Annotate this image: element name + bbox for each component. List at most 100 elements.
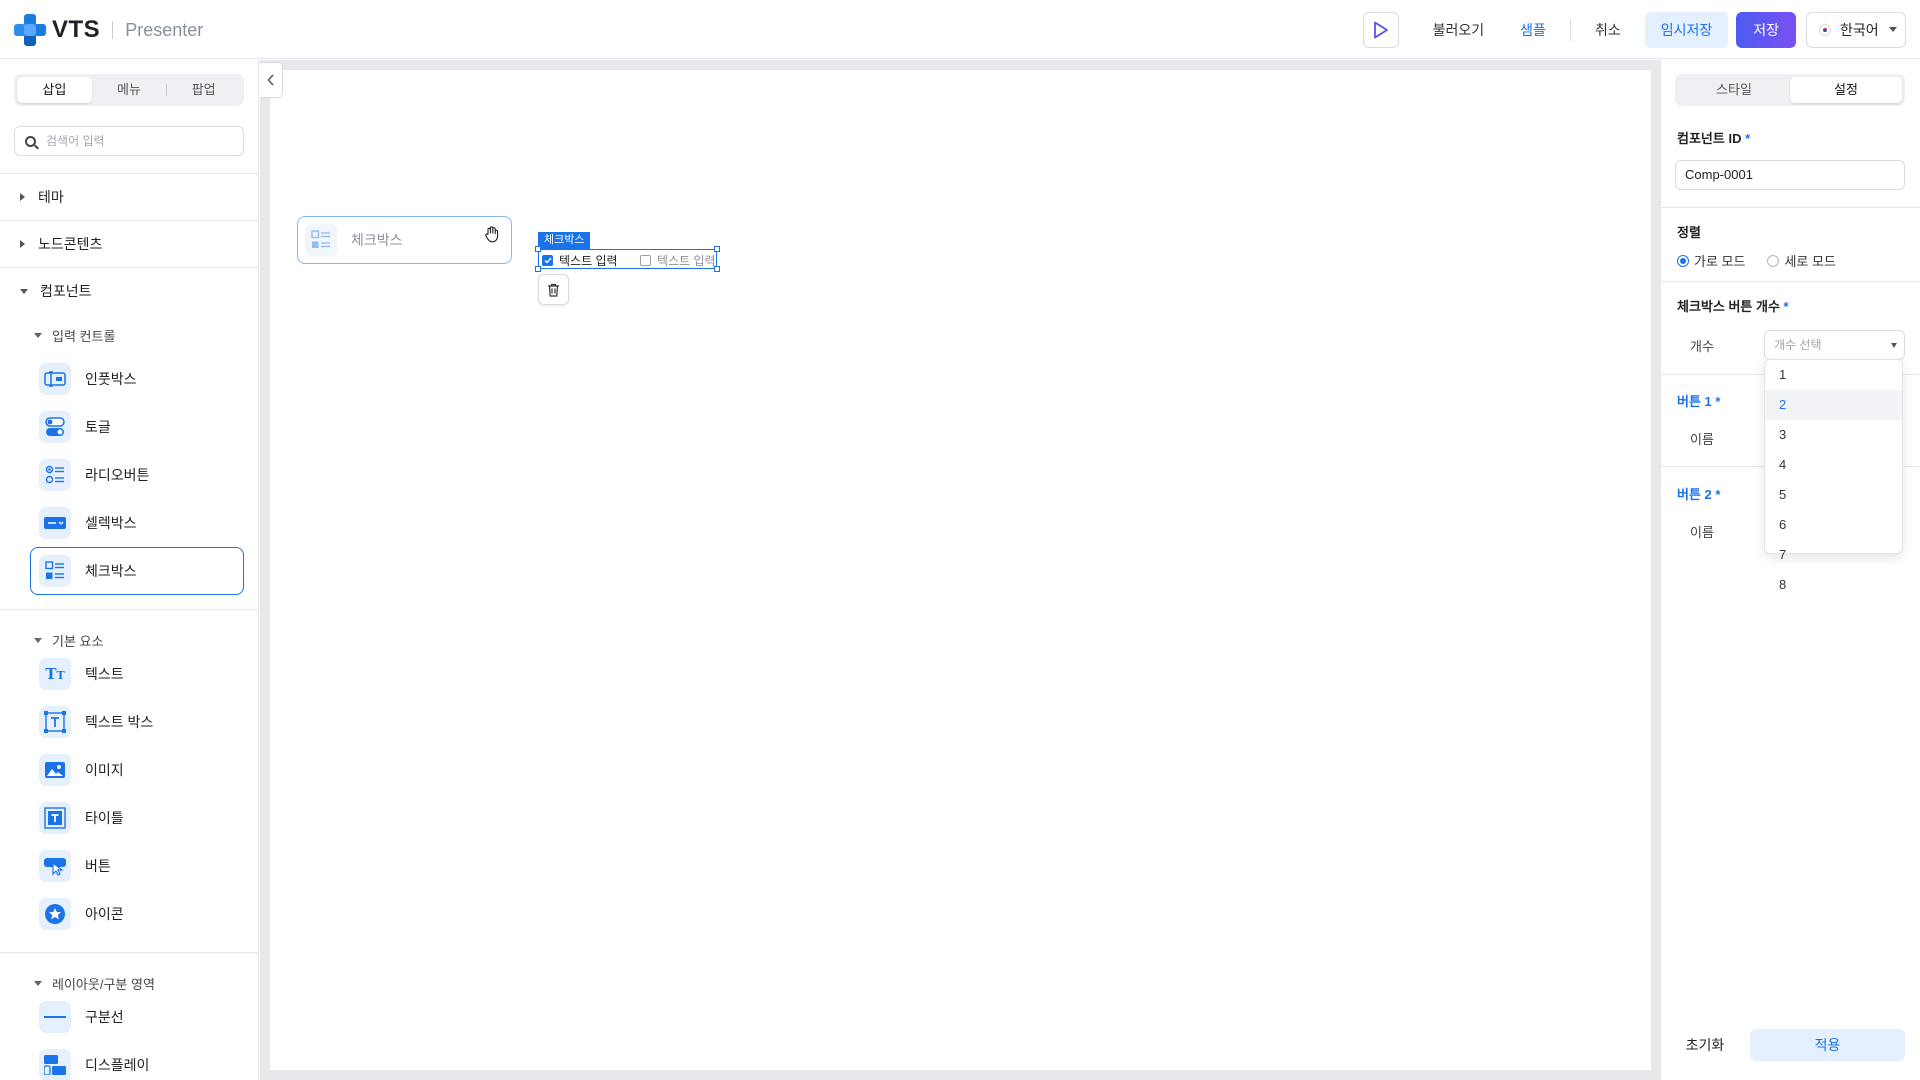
- selected-checkbox-component[interactable]: 텍스트 입력 텍스트 입력: [535, 246, 720, 272]
- load-button[interactable]: 불러오기: [1415, 12, 1503, 48]
- tab-menu[interactable]: 메뉴: [92, 77, 167, 103]
- tree-item-label: 테마: [38, 189, 64, 205]
- component-textbox[interactable]: 텍스트 박스: [30, 698, 244, 746]
- logo-text: VTS: [52, 16, 101, 43]
- group-label: 레이아웃/구분 영역: [52, 976, 155, 992]
- resize-handle[interactable]: [535, 246, 541, 252]
- dropdown-option[interactable]: 2: [1765, 390, 1902, 420]
- radio-vertical-label: 세로 모드: [1784, 254, 1836, 269]
- dropdown-option[interactable]: 6: [1765, 510, 1902, 540]
- cancel-button[interactable]: 취소: [1577, 12, 1639, 48]
- button2-name-label: 이름: [1690, 525, 1714, 540]
- caret-down-icon: [34, 980, 42, 986]
- group-label: 기본 요소: [52, 633, 104, 649]
- component-label: 라디오버튼: [85, 467, 150, 483]
- tab-popup[interactable]: 팝업: [166, 77, 241, 103]
- app-name: Presenter: [125, 19, 204, 40]
- play-icon: [1373, 21, 1388, 39]
- sample-button[interactable]: 샘플: [1502, 12, 1564, 48]
- checkbox-unchecked-icon: [640, 255, 651, 266]
- radio-horizontal[interactable]: [1677, 254, 1689, 267]
- group-label: 입력 컨트롤: [52, 328, 116, 344]
- radio-vertical[interactable]: [1767, 254, 1780, 267]
- selection-tag: 체크박스: [538, 232, 591, 249]
- component-selectbox[interactable]: 셀렉박스: [30, 499, 244, 547]
- component-label: 체크박스: [85, 563, 137, 579]
- panel-tabs: 스타일 설정: [1675, 74, 1905, 106]
- selectbox-icon: [39, 507, 71, 539]
- image-icon: [39, 754, 71, 786]
- drag-ghost-label: 체크박스: [351, 232, 403, 248]
- preview-play-button[interactable]: [1362, 12, 1399, 48]
- component-toggle[interactable]: 토글: [30, 403, 244, 451]
- checkbox-option-1[interactable]: 텍스트 입력: [542, 252, 618, 269]
- delete-button[interactable]: [538, 274, 569, 305]
- dropdown-option[interactable]: 8: [1765, 570, 1902, 600]
- tree-item-components[interactable]: 컴포넌트: [0, 267, 258, 314]
- radio-button-icon: [39, 459, 71, 491]
- component-checkbox[interactable]: 체크박스: [30, 547, 244, 595]
- tree-item-label: 컴포넌트: [40, 283, 92, 299]
- component-radio[interactable]: 라디오버튼: [30, 451, 244, 499]
- component-display[interactable]: 디스플레이: [30, 1041, 244, 1080]
- tab-style[interactable]: 스타일: [1678, 77, 1790, 103]
- count-dropdown-menu: 1 2 3 4 5 6 7 8: [1764, 359, 1903, 592]
- count-label: 개수: [1690, 339, 1714, 354]
- title-icon: [39, 802, 71, 834]
- section-divider: [0, 609, 258, 610]
- component-label: 아이콘: [85, 906, 124, 922]
- tab-insert[interactable]: 삽입: [17, 77, 92, 103]
- language-label: 한국어: [1840, 22, 1879, 38]
- divider-line-icon: [39, 1001, 71, 1033]
- dropdown-option[interactable]: 5: [1765, 480, 1902, 510]
- component-label: 디스플레이: [85, 1057, 150, 1073]
- count-select-placeholder: 개수 선택: [1774, 338, 1822, 352]
- properties-panel: 스타일 설정 컴포넌트 ID * Comp-0001 정렬 가로 모드 세로 모…: [1660, 60, 1920, 1080]
- dropdown-option[interactable]: 3: [1765, 420, 1902, 450]
- grab-hand-icon: [485, 226, 499, 243]
- save-button[interactable]: 저장: [1736, 12, 1796, 48]
- textbox-icon: [39, 706, 71, 738]
- dropdown-option[interactable]: 4: [1765, 450, 1902, 480]
- language-select[interactable]: 한국어: [1806, 12, 1906, 48]
- component-text[interactable]: TT 텍스트: [30, 650, 244, 698]
- count-select[interactable]: 개수 선택: [1764, 330, 1905, 360]
- component-divider[interactable]: 구분선: [30, 993, 244, 1041]
- app-logo[interactable]: VTS Presenter: [14, 14, 203, 46]
- editor-canvas[interactable]: 체크박스 체크박스 텍스트 입력 텍스트 입력: [270, 70, 1651, 1070]
- component-button[interactable]: 버튼: [30, 842, 244, 890]
- sidebar-collapse-button[interactable]: [260, 62, 283, 98]
- component-id-label: 컴포넌트 ID *: [1677, 131, 1751, 146]
- logo-divider: [112, 21, 114, 39]
- apply-button[interactable]: 적용: [1750, 1029, 1905, 1061]
- component-inputbox[interactable]: 인풋박스: [30, 355, 244, 403]
- group-layout[interactable]: 레이아웃/구분 영역: [34, 973, 155, 993]
- caret-down-icon: [20, 288, 28, 294]
- component-icon[interactable]: 아이콘: [30, 890, 244, 938]
- search-icon: [25, 135, 36, 147]
- dropdown-option[interactable]: 7: [1765, 540, 1902, 570]
- star-icon: [39, 898, 71, 930]
- toggle-icon: [39, 411, 71, 443]
- button-icon: [39, 850, 71, 882]
- tab-settings[interactable]: 설정: [1790, 77, 1902, 103]
- group-input-controls[interactable]: 입력 컨트롤: [34, 325, 115, 345]
- temp-save-button[interactable]: 임시저장: [1644, 12, 1729, 48]
- korea-flag-icon: [1819, 24, 1831, 36]
- resize-handle[interactable]: [535, 266, 541, 272]
- section-divider: [1661, 281, 1920, 282]
- tree-item-node-content[interactable]: 노드콘텐츠: [0, 220, 258, 267]
- search-input[interactable]: [46, 134, 226, 148]
- tree-item-theme[interactable]: 테마: [0, 173, 258, 220]
- dropdown-option[interactable]: 1: [1765, 360, 1902, 390]
- checkbox-option-2[interactable]: 텍스트 입력: [640, 252, 716, 269]
- align-options: 가로 모드 세로 모드: [1677, 251, 1836, 270]
- component-label: 텍스트: [85, 666, 124, 682]
- component-id-input[interactable]: Comp-0001: [1675, 160, 1905, 190]
- tree-item-label: 노드콘텐츠: [38, 236, 103, 252]
- component-image[interactable]: 이미지: [30, 746, 244, 794]
- reset-button[interactable]: 초기화: [1675, 1029, 1735, 1061]
- group-basic-elements[interactable]: 기본 요소: [34, 630, 103, 650]
- component-title[interactable]: 타이틀: [30, 794, 244, 842]
- drag-ghost-checkbox: 체크박스: [297, 216, 512, 264]
